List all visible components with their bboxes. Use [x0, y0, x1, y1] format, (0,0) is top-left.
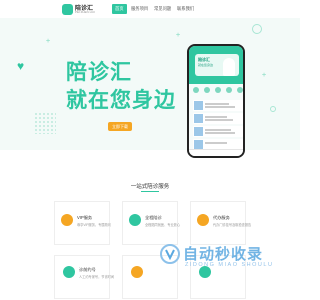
- logo-icon[interactable]: [62, 4, 73, 15]
- service-title: VIP服务: [77, 215, 93, 220]
- nav-item-faq[interactable]: 常见问题: [151, 4, 174, 14]
- text-line: [205, 142, 227, 144]
- circle-decoration: [252, 24, 262, 34]
- hospital-thumbnail: [194, 101, 203, 110]
- nav-item-services[interactable]: 服务项目: [128, 4, 151, 14]
- phone-list-item: [193, 100, 243, 111]
- category-icon: [204, 87, 210, 93]
- service-title: 全程陪诊: [145, 215, 162, 220]
- medical-cross-icon: +: [46, 38, 51, 45]
- top-nav: 陪诊汇 PEI ZHEN HUI 首页 服务项目 常见问题 联系我们: [0, 0, 300, 18]
- watermark-text: 自动秒收录: [183, 246, 264, 263]
- phone-list-item: [193, 126, 243, 137]
- hero-subtitle: 就在您身边: [66, 89, 176, 112]
- logo-subtitle: PEI ZHEN HUI: [75, 10, 95, 14]
- title-underline: [141, 191, 159, 192]
- category-icon: [215, 87, 221, 93]
- phone-list-item: [193, 113, 243, 124]
- text-line: [205, 103, 229, 105]
- service-description: 代办门诊挂号及取检查报告: [213, 223, 252, 227]
- service-description: 人工约专家号，节省时间: [79, 275, 115, 279]
- service-icon: [61, 214, 73, 226]
- service-description: 全程陪同就医、专业放心: [145, 223, 181, 227]
- service-icon: [63, 266, 75, 278]
- medical-cross-icon: +: [176, 32, 181, 39]
- service-card[interactable]: 诊前约号人工约专家号，节省时间: [54, 255, 114, 299]
- hospital-thumbnail: [194, 127, 203, 136]
- nav-item-home[interactable]: 首页: [112, 4, 127, 14]
- hospital-thumbnail: [194, 114, 203, 123]
- service-title: 代办服务: [213, 215, 230, 220]
- phone-card-subtitle: 就在您身边: [198, 63, 214, 67]
- service-icon: [131, 266, 143, 278]
- section-title: 一站式陪诊服务: [130, 184, 170, 190]
- service-card[interactable]: VIP服务尊享VIP服务，专属顾问: [54, 201, 111, 245]
- nav-item-contact[interactable]: 联系我们: [174, 4, 197, 14]
- page: 陪诊汇 PEI ZHEN HUI 首页 服务项目 常见问题 联系我们 ♥ + +…: [0, 0, 300, 300]
- service-icon: [129, 214, 141, 226]
- watermark-subtitle: ZIDONG MIAO SHOULU: [185, 262, 274, 268]
- app-phone-mockup: 陪诊汇 就在您身边: [187, 44, 245, 158]
- nurse-illustration: [223, 58, 235, 76]
- phone-icon-row: [193, 87, 243, 97]
- text-line: [205, 106, 235, 108]
- phone-tab-bar: [189, 149, 243, 156]
- service-icon: [197, 214, 209, 226]
- text-line: [205, 116, 227, 118]
- hero-title: 陪诊汇: [66, 61, 132, 84]
- dot-pattern: [34, 112, 56, 134]
- category-icon: [193, 87, 199, 93]
- text-line: [205, 129, 231, 131]
- medical-cross-icon: +: [262, 72, 267, 79]
- service-card[interactable]: 代办服务代办门诊挂号及取检查报告: [190, 201, 251, 245]
- service-description: 尊享VIP服务，专属顾问: [77, 223, 111, 227]
- heartbeat-icon: ♥: [17, 59, 25, 73]
- text-line: [205, 132, 235, 134]
- hero-banner: ♥ + + + 陪诊汇 就在您身边 立即下载 陪诊汇 就在您身边: [0, 18, 300, 158]
- category-icon: [226, 87, 232, 93]
- circle-decoration: [270, 106, 276, 112]
- service-card[interactable]: 全程陪诊全程陪同就医、专业放心: [122, 201, 181, 245]
- watermark-logo-icon: [160, 244, 180, 264]
- category-icon: [237, 87, 243, 93]
- text-line: [205, 119, 233, 121]
- service-title: 诊前约号: [79, 267, 96, 272]
- download-button[interactable]: 立即下载: [108, 122, 132, 131]
- hospital-thumbnail: [194, 140, 203, 149]
